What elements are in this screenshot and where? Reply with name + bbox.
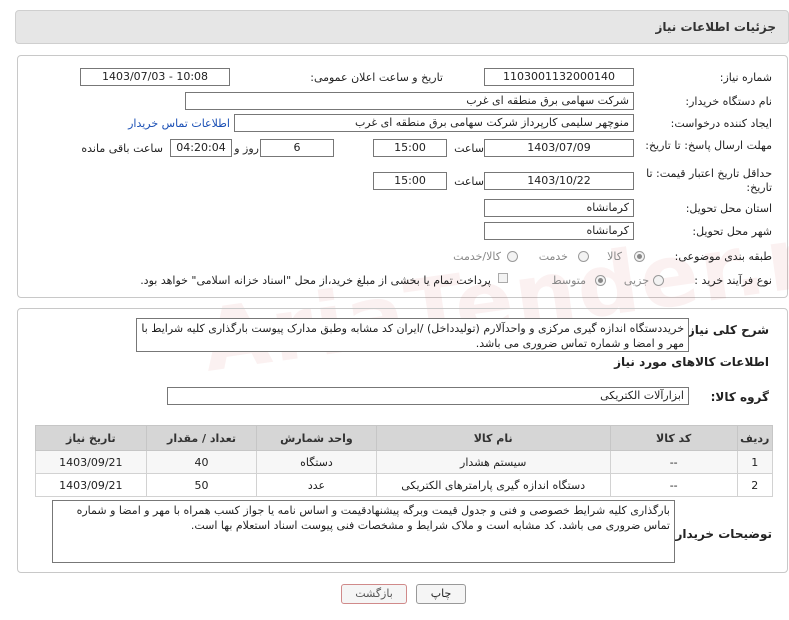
remaining-time-field[interactable]: 04:20:04 bbox=[170, 139, 232, 157]
requester-field[interactable]: منوچهر سلیمی کارپرداز شرکت سهامی برق منط… bbox=[234, 114, 634, 132]
buyer-contact-link[interactable]: اطلاعات تماس خریدار bbox=[128, 117, 230, 130]
city-field[interactable]: کرمانشاه bbox=[484, 222, 634, 240]
deadline-time-label: ساعت bbox=[454, 142, 484, 155]
process-radio-minor[interactable] bbox=[653, 275, 664, 286]
col-need-date: تاریخ نیاز bbox=[35, 425, 147, 451]
category-option-goods: کالا bbox=[607, 250, 622, 263]
cell-goods-name: دستگاه اندازه گیری پارامترهای الکتریکی bbox=[375, 473, 611, 497]
announce-date-label: تاریخ و ساعت اعلان عمومی: bbox=[310, 71, 443, 84]
process-radio-medium[interactable] bbox=[595, 275, 606, 286]
table-row[interactable]: 2 -- دستگاه اندازه گیری پارامترهای الکتر… bbox=[35, 473, 774, 497]
category-option-service: خدمت bbox=[538, 250, 568, 263]
table-row[interactable]: 1 -- سیستم هشدار دستگاه 40 1403/09/21 bbox=[35, 450, 774, 474]
buyer-notes-textarea[interactable]: بارگذاری کلیه شرایط خصوصی و فنی و جدول ق… bbox=[52, 500, 675, 563]
description-textarea[interactable]: خریددستگاه اندازه گیری مرکزی و واحدآلارم… bbox=[136, 318, 689, 352]
cell-goods-code: -- bbox=[609, 450, 738, 474]
category-option-goods-service: کالا/خدمت bbox=[453, 250, 501, 263]
cell-goods-code: -- bbox=[609, 473, 738, 497]
col-goods-name: نام کالا bbox=[375, 425, 611, 451]
cell-unit: عدد bbox=[256, 473, 377, 497]
goods-group-label: گروه کالا: bbox=[710, 390, 769, 404]
category-label: طبقه بندی موضوعی: bbox=[674, 250, 772, 263]
deadline-label: مهلت ارسال پاسخ: تا تاریخ: bbox=[645, 139, 772, 152]
remaining-time-label: ساعت باقی مانده bbox=[81, 142, 163, 155]
col-row-number: ردیف bbox=[736, 425, 774, 451]
goods-table: ردیف کد کالا نام کالا واحد شمارش تعداد /… bbox=[35, 425, 774, 497]
treasury-payment-checkbox[interactable] bbox=[498, 273, 508, 283]
validity-time-label: ساعت bbox=[454, 175, 484, 188]
cell-quantity: 50 bbox=[145, 473, 258, 497]
province-field[interactable]: کرمانشاه bbox=[484, 199, 634, 217]
cell-need-date: 1403/09/21 bbox=[35, 473, 147, 497]
need-number-label: شماره نیاز: bbox=[719, 71, 772, 84]
cell-row-number: 2 bbox=[736, 473, 774, 497]
cell-quantity: 40 bbox=[145, 450, 258, 474]
deadline-date-field[interactable]: 1403/07/09 bbox=[484, 139, 634, 157]
col-unit: واحد شمارش bbox=[256, 425, 377, 451]
treasury-payment-note: پرداخت تمام یا بخشی از مبلغ خرید،از محل … bbox=[140, 274, 491, 287]
cell-row-number: 1 bbox=[736, 450, 774, 474]
days-remaining-field[interactable]: 6 bbox=[260, 139, 334, 157]
process-option-minor: جزیی bbox=[623, 274, 649, 287]
col-quantity: تعداد / مقدار bbox=[145, 425, 258, 451]
col-goods-code: کد کالا bbox=[609, 425, 738, 451]
goods-group-field[interactable]: ابزارآلات الکتریکی bbox=[167, 387, 689, 405]
deadline-time-field[interactable]: 15:00 bbox=[373, 139, 447, 157]
days-label: روز و bbox=[234, 142, 259, 155]
page-header: جزئیات اطلاعات نیاز bbox=[15, 10, 789, 44]
category-radio-goods-service[interactable] bbox=[507, 251, 518, 262]
category-radio-goods[interactable] bbox=[634, 251, 645, 262]
buyer-org-field[interactable]: شرکت سهامی برق منطقه ای غرب bbox=[185, 92, 634, 110]
cell-goods-name: سیستم هشدار bbox=[375, 450, 611, 474]
process-type-label: نوع فرآیند خرید : bbox=[694, 274, 772, 287]
buyer-org-label: نام دستگاه خریدار: bbox=[685, 95, 772, 108]
cell-need-date: 1403/09/21 bbox=[35, 450, 147, 474]
category-radio-service[interactable] bbox=[578, 251, 589, 262]
page-title: جزئیات اطلاعات نیاز bbox=[655, 20, 776, 34]
validity-label: حداقل تاریخ اعتبار قیمت: تا تاریخ: bbox=[646, 167, 772, 194]
city-label: شهر محل تحویل: bbox=[692, 225, 772, 238]
need-number-field[interactable]: 1103001132000140 bbox=[484, 68, 634, 86]
description-label: شرح کلی نیاز: bbox=[683, 323, 769, 337]
buyer-notes-label: توضیحات خریدار: bbox=[670, 527, 772, 541]
back-button[interactable]: بازگشت bbox=[341, 584, 407, 604]
province-label: استان محل تحویل: bbox=[685, 202, 772, 215]
validity-time-field[interactable]: 15:00 bbox=[373, 172, 447, 190]
cell-unit: دستگاه bbox=[256, 450, 377, 474]
announce-date-field[interactable]: 1403/07/03 - 10:08 bbox=[80, 68, 230, 86]
process-option-medium: متوسط bbox=[551, 274, 586, 287]
goods-table-header: ردیف کد کالا نام کالا واحد شمارش تعداد /… bbox=[35, 425, 774, 451]
print-button[interactable]: چاپ bbox=[416, 584, 466, 604]
requester-label: ایجاد کننده درخواست: bbox=[670, 117, 772, 130]
validity-date-field[interactable]: 1403/10/22 bbox=[484, 172, 634, 190]
goods-section-title: اطلاعات کالاهای مورد نیاز bbox=[614, 355, 769, 369]
